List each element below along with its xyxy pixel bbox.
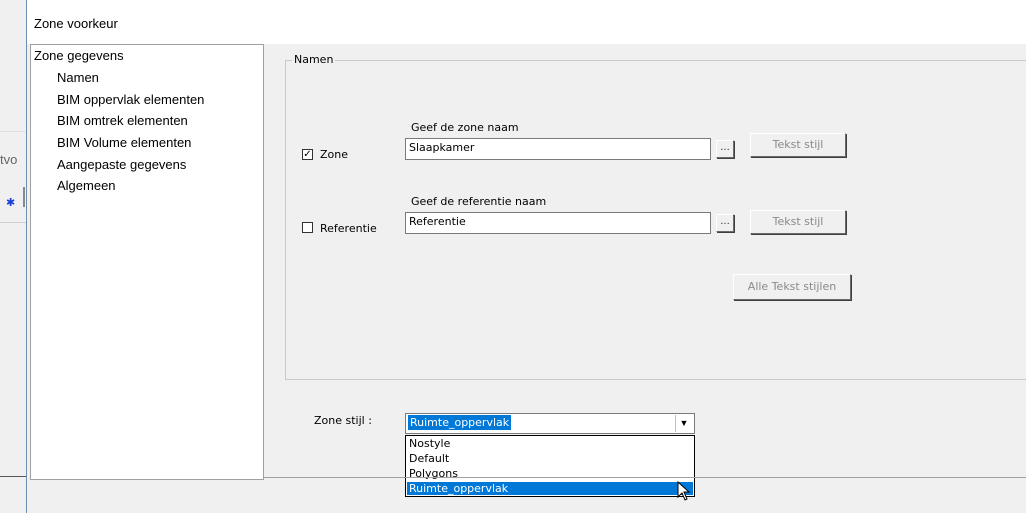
- zone-browse-button[interactable]: ...: [716, 140, 734, 158]
- dropdown-option-polygons[interactable]: Polygons: [407, 467, 693, 480]
- category-tree[interactable]: Zone gegevens Namen BIM oppervlak elemen…: [30, 44, 264, 480]
- zone-name-input[interactable]: Slaapkamer: [405, 138, 711, 160]
- dropdown-option-default[interactable]: Default: [407, 452, 693, 465]
- background-app-text: tvo: [0, 152, 18, 167]
- referentie-name-label: Geef de referentie naam: [411, 195, 547, 208]
- zone-stijl-dropdown-list: Nostyle Default Polygons Ruimte_oppervla…: [405, 435, 695, 497]
- tree-item-aangepaste-gegevens[interactable]: Aangepaste gegevens: [57, 157, 186, 172]
- dialog-bottom-separator: [264, 477, 1026, 478]
- alle-tekst-stijlen-button[interactable]: Alle Tekst stijlen: [733, 274, 851, 300]
- tree-item-bim-oppervlak[interactable]: BIM oppervlak elementen: [57, 92, 204, 107]
- zone-stijl-label: Zone stijl :: [314, 414, 372, 427]
- title-bar: [27, 0, 1026, 44]
- chevron-down-icon[interactable]: ▼: [675, 415, 692, 432]
- tool-icon: ✱: [6, 197, 16, 209]
- referentie-tekst-stijl-button[interactable]: Tekst stijl: [750, 210, 846, 234]
- background-toolbar-edge: [23, 187, 25, 207]
- tree-item-namen[interactable]: Namen: [57, 70, 99, 85]
- referentie-browse-button[interactable]: ...: [716, 214, 734, 232]
- zone-name-label: Geef de zone naam: [411, 121, 519, 134]
- zone-checkbox-label: Zone: [320, 148, 349, 161]
- tree-item-algemeen[interactable]: Algemeen: [57, 178, 116, 193]
- referentie-checkbox-label: Referentie: [320, 222, 377, 235]
- dialog-title: Zone voorkeur: [34, 16, 118, 31]
- dropdown-option-nostyle[interactable]: Nostyle: [407, 437, 693, 450]
- dropdown-option-ruimte-oppervlak[interactable]: Ruimte_oppervlak: [407, 482, 693, 495]
- tree-item-bim-omtrek[interactable]: BIM omtrek elementen: [57, 113, 188, 128]
- mouse-cursor-icon: [677, 481, 691, 501]
- zone-stijl-selected-value: Ruimte_oppervlak: [408, 415, 512, 430]
- namen-group-label: Namen: [292, 53, 336, 66]
- zone-tekst-stijl-button[interactable]: Tekst stijl: [750, 133, 846, 157]
- referentie-checkbox[interactable]: [302, 222, 313, 233]
- tree-root-zone-gegevens[interactable]: Zone gegevens: [34, 48, 124, 63]
- referentie-name-input[interactable]: Referentie: [405, 212, 711, 234]
- zone-checkbox[interactable]: ✓: [302, 149, 313, 160]
- background-line: [0, 476, 26, 477]
- tree-item-bim-volume[interactable]: BIM Volume elementen: [57, 135, 191, 150]
- background-separator: [0, 131, 26, 132]
- background-separator: [0, 222, 26, 223]
- background-app-fragment: [0, 0, 26, 513]
